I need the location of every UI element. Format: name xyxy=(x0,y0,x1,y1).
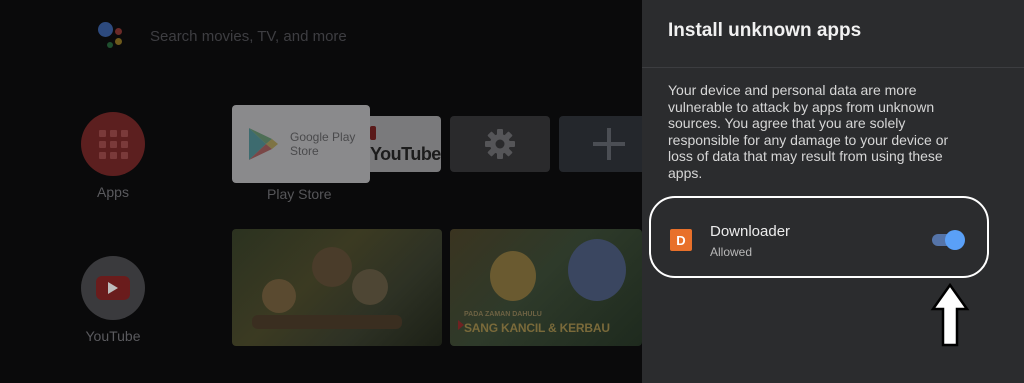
youtube-play-icon xyxy=(96,276,130,300)
character-figure xyxy=(490,251,536,301)
apps-button[interactable] xyxy=(81,112,145,176)
settings-tile[interactable] xyxy=(450,116,550,172)
sidebar-item-apps[interactable]: Apps xyxy=(78,112,148,200)
toggle-thumb xyxy=(945,230,965,250)
google-assistant-icon xyxy=(96,20,130,52)
youtube-tile-text: YouTube xyxy=(370,144,441,164)
youtube-label: YouTube xyxy=(85,328,141,344)
character-figure xyxy=(352,269,388,305)
panel-description: Your device and personal data are more v… xyxy=(668,82,949,181)
gear-icon xyxy=(485,129,515,159)
video-thumbnail-2[interactable]: PADA ZAMAN DAHULU SANG KANCIL & KERBAU xyxy=(450,229,642,346)
search-placeholder: Search movies, TV, and more xyxy=(150,27,347,45)
add-app-tile[interactable] xyxy=(559,116,642,172)
app-row-downloader[interactable]: D Downloader Allowed xyxy=(652,205,988,277)
panel-divider xyxy=(642,67,1024,68)
boat-shape xyxy=(252,315,402,329)
character-figure xyxy=(262,279,296,313)
home-screen-background: Search movies, TV, and more Apps YouTube xyxy=(0,0,642,383)
allow-toggle[interactable] xyxy=(930,230,966,250)
play-store-tile[interactable]: Google Play Store xyxy=(232,105,370,183)
app-status: Allowed xyxy=(710,245,753,259)
app-name: Downloader xyxy=(710,223,791,240)
video-subtitle: PADA ZAMAN DAHULU xyxy=(464,311,542,318)
sidebar-item-youtube[interactable]: YouTube xyxy=(78,256,148,344)
downloader-app-icon: D xyxy=(670,229,692,251)
play-store-caption: Play Store xyxy=(267,186,332,202)
video-title: SANG KANCIL & KERBAU xyxy=(464,321,610,335)
video-thumbnail-1[interactable] xyxy=(232,229,442,346)
youtube-tile-logo: YouTube xyxy=(370,123,441,165)
character-figure xyxy=(568,239,626,301)
youtube-tile[interactable]: YouTube xyxy=(370,116,441,172)
character-figure xyxy=(312,247,352,287)
up-arrow-icon xyxy=(930,283,970,347)
play-store-tile-text: Google Play Store xyxy=(290,130,356,158)
youtube-button[interactable] xyxy=(81,256,145,320)
panel-title: Install unknown apps xyxy=(668,20,862,41)
screen: Search movies, TV, and more Apps YouTube xyxy=(0,0,1024,383)
plus-icon xyxy=(593,128,625,160)
google-play-icon xyxy=(249,128,278,160)
apps-label: Apps xyxy=(97,184,129,200)
apps-grid-icon xyxy=(98,129,128,159)
search-bar[interactable]: Search movies, TV, and more xyxy=(96,20,347,52)
